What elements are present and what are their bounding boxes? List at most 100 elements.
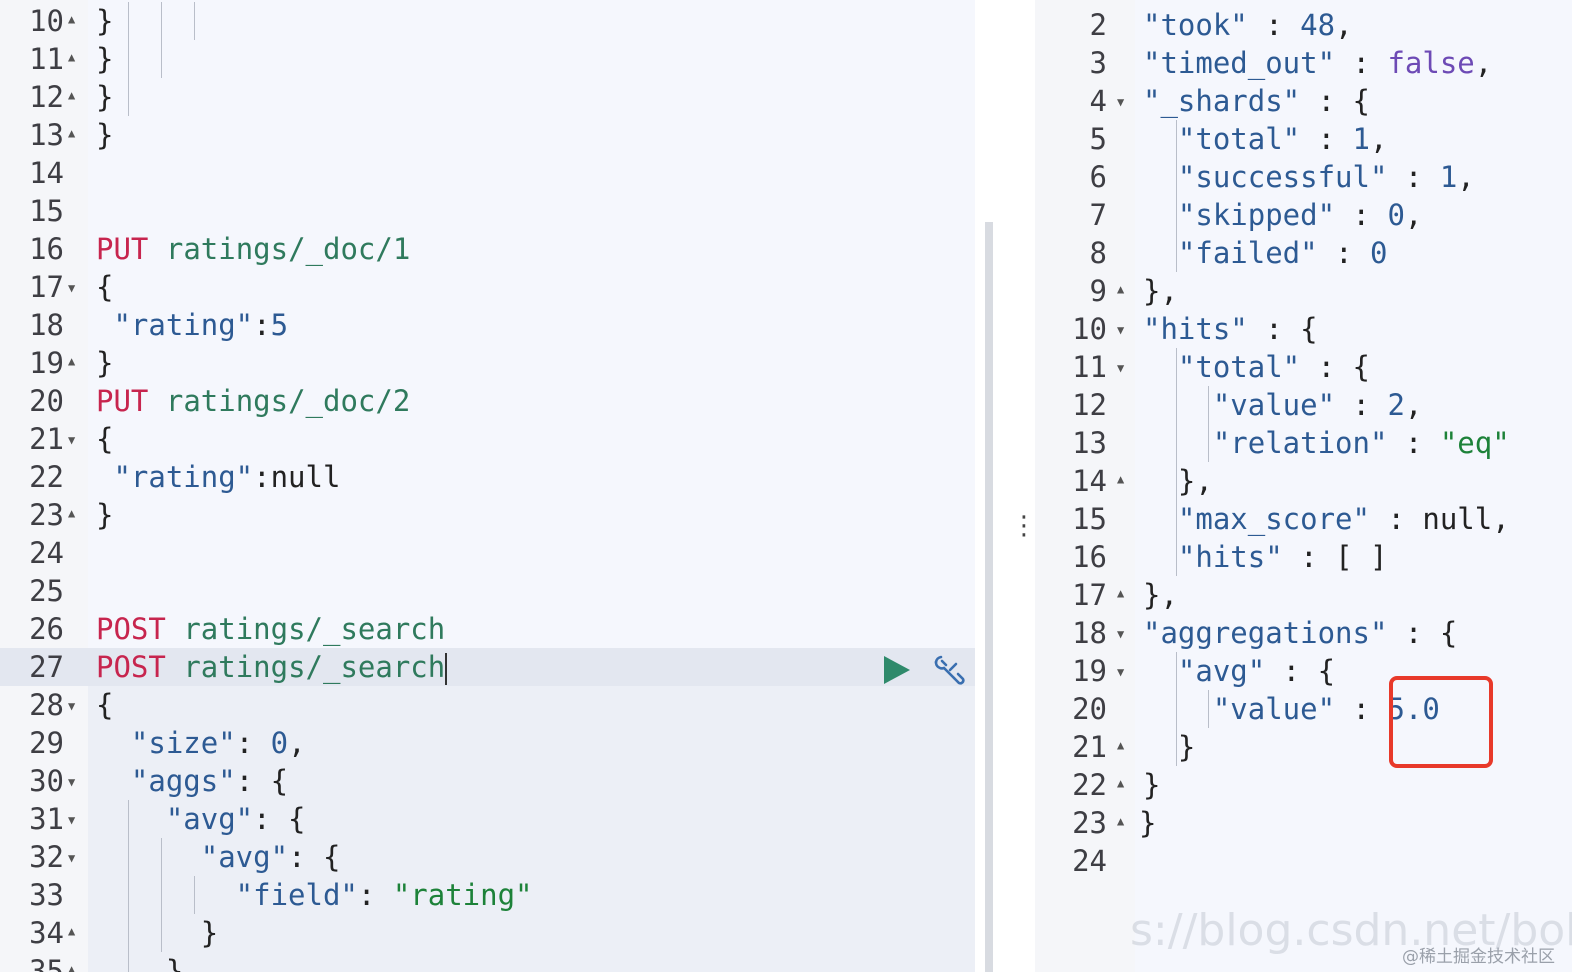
- code-token: }: [96, 954, 184, 972]
- request-line-19[interactable]: 19 ▲}: [0, 344, 975, 382]
- code-text: }: [96, 116, 113, 154]
- line-number: 12: [29, 80, 64, 114]
- fold-up-icon[interactable]: ▲: [1117, 726, 1124, 764]
- request-editor[interactable]: 10 ▲} 11 ▲} 12 ▲} 13 ▲} 14 15 16 PUT ratings/_doc/1…: [0, 0, 1000, 972]
- fold-up-icon[interactable]: ▲: [1117, 574, 1124, 612]
- code-token: "took": [1143, 8, 1248, 42]
- code-token: "rating": [96, 460, 254, 494]
- line-number: 25: [29, 574, 64, 608]
- line-number: 22: [1072, 768, 1107, 802]
- request-line-25[interactable]: 25: [0, 572, 975, 610]
- editor-scrollbar[interactable]: [985, 222, 993, 972]
- response-line-3: 3 "timed_out" : false,: [1035, 44, 1572, 82]
- line-number: 11: [29, 42, 64, 76]
- request-line-23[interactable]: 23 ▲}: [0, 496, 975, 534]
- request-line-28[interactable]: 28 ▼ {: [0, 686, 975, 724]
- request-line-30[interactable]: 30 ▼ "aggs": {: [0, 762, 975, 800]
- code-text: "aggregations" : {: [1143, 614, 1457, 652]
- request-line-15[interactable]: 15: [0, 192, 975, 230]
- code-token: "hits": [1143, 540, 1283, 574]
- code-token: ratings/_search: [183, 612, 446, 646]
- code-token: },: [1143, 274, 1178, 308]
- code-token: : {: [1300, 84, 1370, 118]
- request-line-21[interactable]: 21 ▼ {: [0, 420, 975, 458]
- code-token: : {: [235, 764, 289, 798]
- code-text: "rating":5: [96, 306, 288, 344]
- request-line-11[interactable]: 11 ▲}: [0, 40, 975, 78]
- indent-guide: [128, 2, 129, 40]
- fold-down-icon[interactable]: ▼: [68, 687, 75, 725]
- line-number: 26: [29, 612, 64, 646]
- fold-up-icon[interactable]: ▲: [68, 76, 75, 114]
- request-line-24[interactable]: 24: [0, 534, 975, 572]
- fold-up-icon[interactable]: ▲: [68, 342, 75, 380]
- fold-up-icon[interactable]: ▲: [1117, 460, 1124, 498]
- code-token: ratings/_search: [183, 650, 446, 684]
- request-line-17[interactable]: 17 ▼ {: [0, 268, 975, 306]
- request-line-34[interactable]: 34 ▲ }: [0, 914, 975, 952]
- fold-up-icon[interactable]: ▲: [68, 950, 75, 972]
- request-line-10[interactable]: 10 ▲}: [0, 2, 975, 40]
- request-line-32[interactable]: 32 ▼ "avg": {: [0, 838, 975, 876]
- request-line-22[interactable]: 22 "rating":null: [0, 458, 975, 496]
- request-line-12[interactable]: 12 ▲}: [0, 78, 975, 116]
- code-text: {: [96, 268, 113, 306]
- code-text: }: [96, 952, 183, 972]
- fold-down-icon[interactable]: ▼: [68, 269, 75, 307]
- response-line-8: 8 "failed" : 0: [1035, 234, 1572, 272]
- request-line-27[interactable]: 27 POST ratings/_search: [0, 648, 975, 686]
- request-line-29[interactable]: 29 "size": 0,: [0, 724, 975, 762]
- fold-down-icon[interactable]: ▼: [68, 801, 75, 839]
- line-number: 19: [1072, 654, 1107, 688]
- response-line-11: 11 ▼ "total" : {: [1035, 348, 1572, 386]
- code-text: "avg": {: [96, 800, 306, 838]
- request-settings-button[interactable]: [930, 653, 966, 689]
- code-token: :: [1335, 388, 1388, 422]
- fold-up-icon[interactable]: ▲: [68, 114, 75, 152]
- pane-splitter[interactable]: [1000, 0, 1035, 972]
- request-line-31[interactable]: 31 ▼ "avg": {: [0, 800, 975, 838]
- code-token: "avg": [96, 802, 254, 836]
- fold-down-icon[interactable]: ▼: [1117, 311, 1124, 349]
- fold-up-icon[interactable]: ▲: [68, 38, 75, 76]
- fold-up-icon[interactable]: ▲: [1117, 802, 1124, 840]
- fold-down-icon[interactable]: ▼: [1117, 349, 1124, 387]
- request-line-26[interactable]: 26 POST ratings/_search: [0, 610, 975, 648]
- fold-down-icon[interactable]: ▼: [68, 839, 75, 877]
- code-text: "hits" : [ ]: [1143, 538, 1388, 576]
- request-line-18[interactable]: 18 "rating":5: [0, 306, 975, 344]
- fold-down-icon[interactable]: ▼: [1117, 615, 1124, 653]
- request-line-20[interactable]: 20 PUT ratings/_doc/2: [0, 382, 975, 420]
- code-token: 48: [1300, 8, 1336, 42]
- play-icon: [884, 656, 910, 684]
- fold-up-icon[interactable]: ▲: [68, 494, 75, 532]
- fold-down-icon[interactable]: ▼: [68, 421, 75, 459]
- request-line-13[interactable]: 13 ▲}: [0, 116, 975, 154]
- fold-up-icon[interactable]: ▲: [1117, 270, 1124, 308]
- fold-up-icon[interactable]: ▲: [68, 0, 75, 38]
- request-line-35[interactable]: 35 ▲ }: [0, 952, 975, 972]
- fold-down-icon[interactable]: ▼: [1117, 83, 1124, 121]
- code-token: },: [1143, 464, 1213, 498]
- code-token: :: [1387, 160, 1440, 194]
- fold-up-icon[interactable]: ▲: [68, 912, 75, 950]
- request-line-16[interactable]: 16 PUT ratings/_doc/1: [0, 230, 975, 268]
- run-request-button[interactable]: [880, 654, 914, 686]
- request-line-33[interactable]: 33 "field": "rating": [0, 876, 975, 914]
- code-token: POST: [96, 612, 166, 646]
- line-number: 13: [29, 118, 64, 152]
- splitter-handle-icon[interactable]: ⋮: [1011, 513, 1037, 556]
- response-line-23: 23 ▲}: [1035, 804, 1572, 842]
- code-token: "size": [96, 726, 236, 760]
- fold-down-icon[interactable]: ▼: [1117, 653, 1124, 691]
- code-text: "value" : 2,: [1143, 386, 1423, 424]
- fold-up-icon[interactable]: ▲: [1117, 764, 1124, 802]
- code-text: POST ratings/_search: [96, 648, 448, 686]
- code-token: {: [96, 270, 114, 304]
- line-number: 19: [29, 346, 64, 380]
- request-line-14[interactable]: 14: [0, 154, 975, 192]
- code-token: },: [1143, 578, 1178, 612]
- code-token: :: [1335, 46, 1388, 80]
- fold-down-icon[interactable]: ▼: [68, 763, 75, 801]
